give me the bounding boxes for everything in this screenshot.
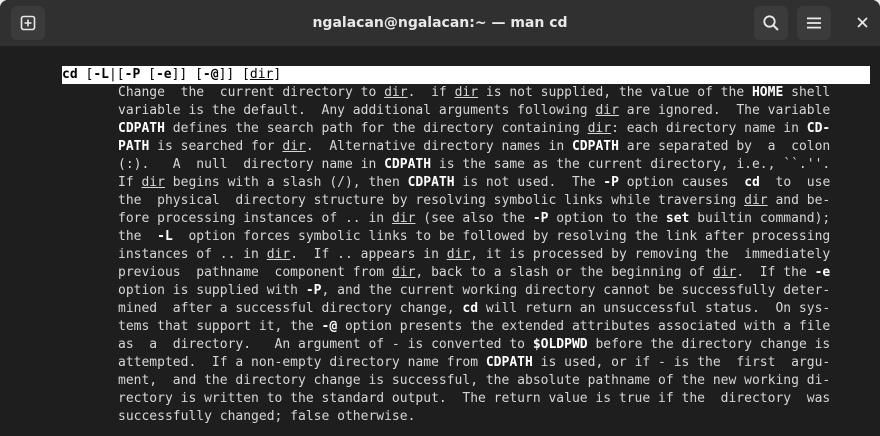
man-text-line: PATH is searched for dir. Alternative di… [118,139,831,154]
man-text-line: ment, and the directory change is succes… [118,373,831,388]
man-text-line: tems that support it, the -@ option pres… [118,319,831,334]
man-text-line: CDPATH defines the search path for the d… [118,121,831,136]
man-synopsis-highlight: cd [-L|[-P [-e]] [-@]] [dir] [62,66,870,84]
menu-button[interactable] [797,6,831,40]
man-text-line: previous pathname component from dir, ba… [118,265,831,280]
search-icon [763,15,779,31]
new-tab-button[interactable] [11,6,45,40]
man-text-line: rectory is written to the standard outpu… [118,391,831,406]
man-text-line: Change the current directory to dir. if … [118,85,831,100]
man-text-line: fore processing instances of .. in dir (… [118,211,831,226]
hamburger-menu-icon [807,17,821,29]
man-text-line: (:). A null directory name in CDPATH is … [118,157,831,172]
title-bar: ngalacan@ngalacan:~ — man cd [0,0,880,47]
window-title: ngalacan@ngalacan:~ — man cd [312,15,568,31]
man-text-line: mined after a successful directory chang… [118,301,831,316]
man-text-line: successfully changed; false otherwise. [118,409,416,424]
man-text-line: attempted. If a non-empty directory name… [118,355,831,370]
man-synopsis: cd [-L|[-P [-e]] [-@]] [dir] [62,67,282,82]
close-button[interactable] [851,11,873,33]
man-text-line: variable is the default. Any additional … [118,103,831,118]
terminal-content[interactable]: cd [-L|[-P [-e]] [-@]] [dir] Change the … [0,47,880,436]
new-tab-icon [20,15,36,31]
man-text-line: instances of .. in dir. If .. appears in… [118,247,831,262]
search-button[interactable] [754,6,788,40]
man-text-line: the -L option forces symbolic links to b… [118,229,831,244]
terminal-window: ngalacan@ngalacan:~ — man cd cd [-L|[-P … [0,0,880,436]
man-text-line: as a directory. An argument of - is conv… [118,337,831,352]
man-text-line: the physical directory structure by reso… [118,193,831,208]
man-text-line: If dir begins with a slash (/), then CDP… [118,175,831,190]
close-icon [856,16,868,28]
man-text-line: option is supplied with -P, and the curr… [118,283,831,298]
